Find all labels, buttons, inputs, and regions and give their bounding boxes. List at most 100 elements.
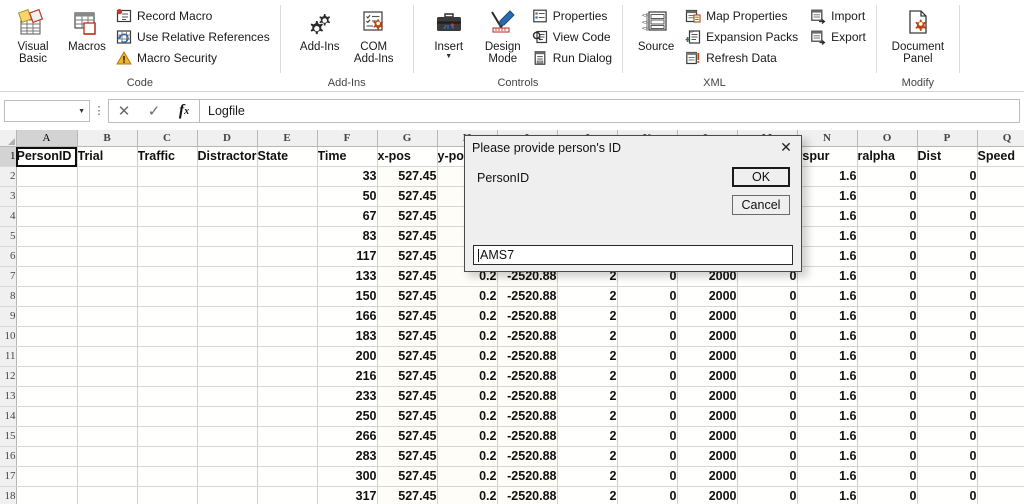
grid-cell[interactable]: 0.2 bbox=[437, 426, 498, 447]
grid-cell[interactable] bbox=[257, 386, 318, 407]
grid-cell[interactable] bbox=[77, 266, 138, 287]
grid-cell[interactable]: 0.2 bbox=[437, 446, 498, 467]
grid-cell[interactable]: 0 bbox=[917, 226, 978, 247]
person-id-dialog[interactable]: Please provide person's ID ✕ PersonID OK… bbox=[464, 135, 802, 272]
grid-cell[interactable] bbox=[197, 286, 258, 307]
grid-cell[interactable] bbox=[137, 426, 198, 447]
cancel-x-icon[interactable]: ✕ bbox=[109, 100, 139, 122]
row-header-12[interactable]: 12 bbox=[0, 366, 17, 387]
grid-cell[interactable] bbox=[197, 166, 258, 187]
grid-cell[interactable] bbox=[137, 186, 198, 207]
grid-cell[interactable]: 0 bbox=[917, 306, 978, 327]
grid-cell[interactable] bbox=[137, 286, 198, 307]
grid-cell[interactable]: 183 bbox=[317, 326, 378, 347]
grid-cell[interactable] bbox=[16, 486, 78, 504]
grid-cell[interactable] bbox=[197, 486, 258, 504]
row-header-15[interactable]: 15 bbox=[0, 426, 17, 447]
grid-cell[interactable] bbox=[16, 306, 78, 327]
grid-cell[interactable]: 1.6 bbox=[797, 386, 858, 407]
grid-cell[interactable] bbox=[197, 266, 258, 287]
grid-cell[interactable] bbox=[257, 346, 318, 367]
grid-cell[interactable]: 2 bbox=[557, 466, 618, 487]
column-header-d[interactable]: D bbox=[197, 130, 258, 147]
grid-cell[interactable] bbox=[16, 286, 78, 307]
grid-cell[interactable] bbox=[257, 206, 318, 227]
grid-cell[interactable]: 2 bbox=[557, 486, 618, 504]
grid-cell[interactable]: 1.6 bbox=[797, 366, 858, 387]
grid-cell[interactable]: 0 bbox=[857, 426, 918, 447]
grid-cell[interactable] bbox=[137, 466, 198, 487]
grid-cell[interactable]: 0 bbox=[617, 406, 678, 427]
grid-cell[interactable]: 2000 bbox=[677, 286, 738, 307]
column-header-g[interactable]: G bbox=[377, 130, 438, 147]
grid-cell[interactable] bbox=[137, 266, 198, 287]
grid-cell[interactable] bbox=[77, 246, 138, 267]
grid-cell[interactable]: 2 bbox=[557, 426, 618, 447]
row-header-16[interactable]: 16 bbox=[0, 446, 17, 467]
grid-cell[interactable] bbox=[16, 426, 78, 447]
person-id-input[interactable]: AMS7 bbox=[473, 245, 793, 265]
grid-cell[interactable] bbox=[197, 426, 258, 447]
grid-cell[interactable]: 67 bbox=[317, 206, 378, 227]
grid-cell[interactable]: 527.45 bbox=[377, 226, 438, 247]
grid-cell[interactable]: 317 bbox=[317, 486, 378, 504]
grid-cell[interactable]: 0 bbox=[857, 346, 918, 367]
row-header-6[interactable]: 6 bbox=[0, 246, 17, 267]
grid-cell[interactable] bbox=[977, 246, 1024, 267]
grid-cell[interactable]: 2 bbox=[557, 406, 618, 427]
grid-cell[interactable]: 527.45 bbox=[377, 486, 438, 504]
grid-cell[interactable] bbox=[977, 166, 1024, 187]
grid-cell[interactable]: 0 bbox=[617, 466, 678, 487]
grid-cell[interactable]: 527.45 bbox=[377, 466, 438, 487]
grid-cell[interactable]: 1.6 bbox=[797, 486, 858, 504]
use-relative-references-button[interactable]: Use Relative References bbox=[114, 26, 274, 47]
grid-cell[interactable]: 0 bbox=[917, 186, 978, 207]
formula-input[interactable]: Logfile bbox=[199, 99, 1020, 123]
grid-cell[interactable]: 216 bbox=[317, 366, 378, 387]
grid-cell[interactable]: 527.45 bbox=[377, 426, 438, 447]
grid-cell[interactable] bbox=[77, 206, 138, 227]
grid-cell[interactable]: 1.6 bbox=[797, 306, 858, 327]
column-title-cell[interactable]: State bbox=[257, 146, 318, 167]
grid-cell[interactable]: 0 bbox=[857, 226, 918, 247]
column-header-p[interactable]: P bbox=[917, 130, 978, 147]
row-header-2[interactable]: 2 bbox=[0, 166, 17, 187]
grid-cell[interactable]: 527.45 bbox=[377, 286, 438, 307]
grid-cell[interactable]: 0 bbox=[857, 166, 918, 187]
row-header-1[interactable]: 1 bbox=[0, 146, 17, 167]
grid-cell[interactable]: 2 bbox=[557, 286, 618, 307]
grid-cell[interactable] bbox=[257, 326, 318, 347]
grid-cell[interactable] bbox=[77, 406, 138, 427]
grid-cell[interactable]: 2000 bbox=[677, 386, 738, 407]
grid-cell[interactable] bbox=[977, 406, 1024, 427]
grid-cell[interactable] bbox=[977, 266, 1024, 287]
grid-cell[interactable] bbox=[257, 446, 318, 467]
column-header-o[interactable]: O bbox=[857, 130, 918, 147]
grid-cell[interactable]: 0 bbox=[617, 326, 678, 347]
chevron-down-icon[interactable]: ▼ bbox=[445, 53, 452, 60]
grid-cell[interactable] bbox=[977, 486, 1024, 504]
grid-cell[interactable]: 250 bbox=[317, 406, 378, 427]
grid-cell[interactable] bbox=[257, 166, 318, 187]
grid-cell[interactable]: 527.45 bbox=[377, 366, 438, 387]
macro-security-button[interactable]: Macro Security bbox=[114, 47, 274, 68]
grid-cell[interactable] bbox=[197, 326, 258, 347]
grid-cell[interactable]: 0 bbox=[737, 486, 798, 504]
formula-bar-handle[interactable]: ⋮ bbox=[90, 106, 108, 117]
grid-cell[interactable]: 0 bbox=[857, 366, 918, 387]
grid-cell[interactable]: 300 bbox=[317, 466, 378, 487]
grid-cell[interactable] bbox=[16, 186, 78, 207]
grid-cell[interactable]: 0 bbox=[917, 466, 978, 487]
column-header-c[interactable]: C bbox=[137, 130, 198, 147]
grid-cell[interactable]: 527.45 bbox=[377, 386, 438, 407]
grid-cell[interactable] bbox=[977, 226, 1024, 247]
insert-control-button[interactable]: Insert ▼ bbox=[422, 4, 476, 63]
grid-cell[interactable] bbox=[77, 226, 138, 247]
enter-check-icon[interactable]: ✓ bbox=[139, 100, 169, 122]
column-title-cell[interactable]: Dist bbox=[917, 146, 978, 167]
grid-cell[interactable] bbox=[197, 366, 258, 387]
grid-cell[interactable] bbox=[197, 346, 258, 367]
grid-cell[interactable]: 0 bbox=[737, 446, 798, 467]
grid-cell[interactable]: 1.6 bbox=[797, 446, 858, 467]
column-header-b[interactable]: B bbox=[77, 130, 138, 147]
